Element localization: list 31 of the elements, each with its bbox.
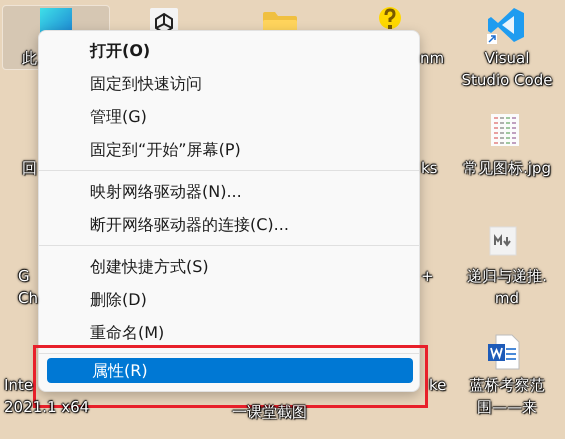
vscode-icon[interactable] xyxy=(487,6,525,44)
icon-label: 回 xyxy=(22,158,37,179)
icon-label: ke xyxy=(429,375,446,396)
icon-label: + xyxy=(421,266,434,287)
menu-item[interactable]: 固定到快速访问 xyxy=(45,67,413,100)
menu-item[interactable]: 固定到“开始”屏幕(P) xyxy=(45,133,413,166)
icon-label: 递归与递推. xyxy=(467,266,547,287)
word-document-icon[interactable] xyxy=(488,334,520,370)
menu-item[interactable]: 映射网络驱动器(N)... xyxy=(45,175,413,208)
icon-label: md xyxy=(494,288,520,309)
icon-label: 围——来 xyxy=(477,397,537,418)
menu-item[interactable]: 打开(O) xyxy=(45,34,413,67)
icon-label: Ch xyxy=(18,288,38,309)
menu-item[interactable]: 删除(D) xyxy=(45,283,413,316)
help-icon[interactable] xyxy=(378,6,402,32)
icon-label: G xyxy=(18,266,30,287)
icon-label: 此 xyxy=(22,48,37,69)
menu-item[interactable]: 管理(G) xyxy=(45,100,413,133)
menu-item[interactable]: 属性(R) xyxy=(47,358,413,383)
menu-item[interactable]: 创建快捷方式(S) xyxy=(45,250,413,283)
icon-label: Inte xyxy=(4,375,34,396)
menu-item[interactable]: 断开网络驱动器的连接(C)... xyxy=(45,208,413,241)
icon-label: Studio Code xyxy=(462,70,552,91)
icon-label: 蓝桥考察范 xyxy=(470,375,544,396)
icon-label: 一课堂截图 xyxy=(232,402,307,423)
icon-label: nm xyxy=(420,48,444,69)
menu-item[interactable]: 重命名(M) xyxy=(45,316,413,349)
icon-label: 常见图标.jpg xyxy=(463,158,551,179)
icon-label: Visual xyxy=(484,48,530,69)
markdown-file-icon[interactable] xyxy=(489,226,517,256)
icon-label: ks xyxy=(421,158,438,179)
